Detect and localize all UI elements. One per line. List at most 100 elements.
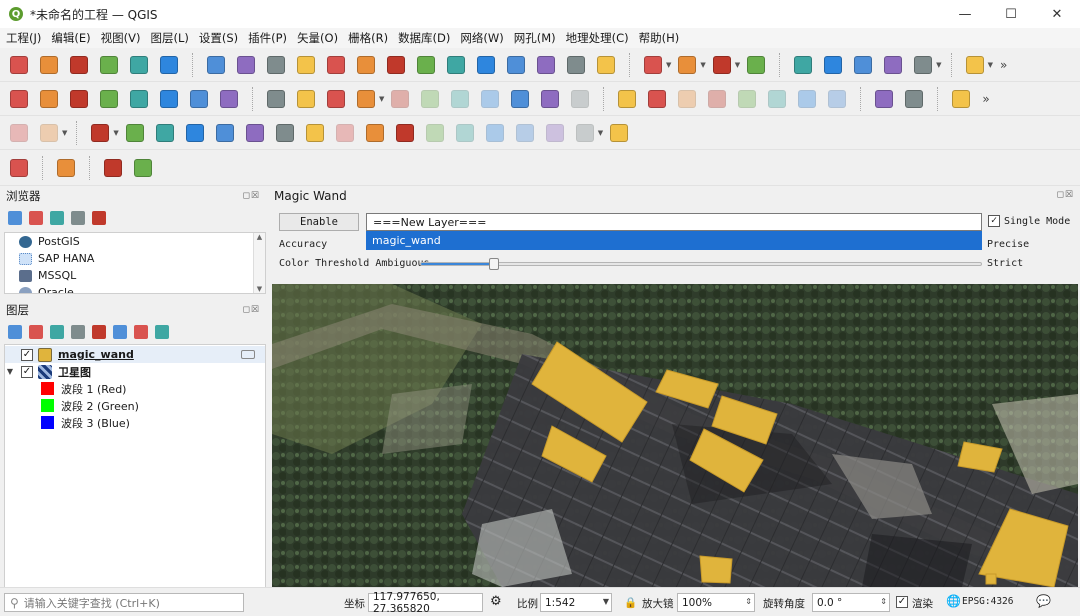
editing-indicator-icon[interactable]	[241, 350, 255, 359]
rotate-feature-button[interactable]	[572, 120, 598, 146]
menu-processing[interactable]: 地理处理(C)	[566, 30, 629, 46]
toolbar-overflow-icon[interactable]: »	[982, 92, 989, 106]
threshold-slider-handle[interactable]	[489, 258, 500, 270]
save-as-button[interactable]	[96, 52, 122, 78]
magnifier-spinbox[interactable]: 100% ⇕	[677, 593, 755, 612]
measure-button[interactable]	[962, 52, 988, 78]
dropdown-arrow-icon[interactable]: ▼	[988, 61, 993, 69]
menu-project[interactable]: 工程(J)	[6, 30, 41, 46]
coordinate-field[interactable]: 117.977650, 27.365820	[368, 591, 483, 615]
map-canvas[interactable]	[272, 284, 1078, 587]
rotation-spinbox[interactable]: 0.0 ° ⇕	[812, 593, 890, 612]
locator-search-input[interactable]: ⚲ 请输入关键字查找 (Ctrl+K)	[4, 593, 244, 612]
processing-toolbox-button[interactable]	[850, 52, 876, 78]
menu-plugins[interactable]: 插件(P)	[248, 30, 287, 46]
filter-icon[interactable]	[50, 211, 64, 225]
browser-item-sap-hana[interactable]: SAP HANA	[5, 250, 265, 267]
layer-dropdown-option[interactable]: magic_wand	[366, 231, 982, 250]
pan-button[interactable]	[203, 52, 229, 78]
enable-button[interactable]: Enable	[279, 213, 359, 231]
cut-features-button[interactable]	[447, 86, 473, 112]
simplify-button[interactable]	[482, 120, 508, 146]
toolbar-separator[interactable]	[76, 120, 84, 145]
browser-item-oracle[interactable]: Oracle	[5, 284, 265, 293]
coordinate-toggle-icon[interactable]: ⚙	[490, 594, 502, 609]
zoom-native-button[interactable]	[413, 52, 439, 78]
label-tool-button[interactable]	[614, 86, 640, 112]
toolbar-separator[interactable]	[252, 86, 260, 111]
new-spatialite-layer-button[interactable]	[126, 86, 152, 112]
zoom-last-button[interactable]	[443, 52, 469, 78]
save-edits-button[interactable]	[293, 86, 319, 112]
compass-button[interactable]	[53, 155, 79, 181]
save-project-button[interactable]	[66, 52, 92, 78]
new-virtual-layer-button[interactable]	[156, 86, 182, 112]
add-part-button[interactable]	[122, 120, 148, 146]
zoom-raster-button[interactable]	[100, 155, 126, 181]
current-edits-button[interactable]	[216, 86, 242, 112]
toolbar-separator[interactable]	[603, 86, 611, 111]
move-feature-button[interactable]	[542, 120, 568, 146]
identify-button[interactable]	[790, 52, 816, 78]
style-manager-button[interactable]	[156, 52, 182, 78]
lock-icon[interactable]: 🔒	[624, 596, 637, 609]
maximize-button[interactable]: ☐	[988, 0, 1034, 28]
collapse-arrow-icon[interactable]: ▼	[5, 367, 15, 376]
expression-filter-icon[interactable]	[92, 325, 106, 339]
threshold-slider[interactable]	[420, 258, 982, 270]
toolbar-separator[interactable]	[89, 155, 97, 180]
menu-settings[interactable]: 设置(S)	[199, 30, 238, 46]
show-bookmarks-button[interactable]	[533, 52, 559, 78]
refresh-button[interactable]	[593, 52, 619, 78]
dropdown-arrow-icon[interactable]: ▼	[379, 95, 384, 103]
crs-button[interactable]: EPSG:4326	[962, 596, 1013, 607]
info-icon[interactable]	[92, 211, 106, 225]
select-location-button[interactable]	[743, 52, 769, 78]
toolbar-separator[interactable]	[950, 52, 959, 77]
offset-curve-button[interactable]	[272, 120, 298, 146]
redo-button[interactable]	[567, 86, 593, 112]
refresh-icon[interactable]	[29, 211, 43, 225]
visibility-icon[interactable]	[50, 325, 64, 339]
pin-labels-button[interactable]	[674, 86, 700, 112]
python-console-button[interactable]	[871, 86, 897, 112]
messages-icon[interactable]: 💬	[1036, 594, 1051, 608]
toggle-editing-button[interactable]	[263, 86, 289, 112]
new-bookmark-button[interactable]	[503, 52, 529, 78]
add-selected-icon[interactable]	[8, 211, 22, 225]
delete-ring-button[interactable]	[182, 120, 208, 146]
add-ring-button[interactable]	[87, 120, 113, 146]
trim-extend-button[interactable]	[512, 120, 538, 146]
show-hide-labels-button[interactable]	[734, 86, 760, 112]
style-layer-icon[interactable]	[8, 325, 22, 339]
diagram-tool-button[interactable]	[644, 86, 670, 112]
digitize-button[interactable]	[96, 86, 122, 112]
zoom-to-layer-button[interactable]	[383, 52, 409, 78]
reverse-line-button[interactable]	[302, 120, 328, 146]
delete-selected-button[interactable]	[417, 86, 443, 112]
dropdown-arrow-icon[interactable]: ▼	[113, 129, 118, 137]
single-mode-toggle[interactable]: ✓ Single Mode	[988, 215, 1070, 227]
filter-legend-icon[interactable]	[71, 325, 85, 339]
render-checkbox[interactable]: ✓	[896, 596, 908, 608]
dropdown-arrow-icon[interactable]: ▼	[936, 61, 941, 69]
menu-raster[interactable]: 栅格(R)	[348, 30, 388, 46]
toolbar-separator[interactable]	[779, 52, 787, 77]
browser-scrollbar[interactable]: ▲ ▼	[253, 233, 265, 293]
select-by-value-button[interactable]	[674, 52, 700, 78]
add-group-icon[interactable]	[29, 325, 43, 339]
toolbar-separator[interactable]	[192, 52, 200, 77]
dropdown-arrow-icon[interactable]: ▼	[598, 129, 603, 137]
menu-vector[interactable]: 矢量(O)	[297, 30, 338, 46]
dropdown-arrow-icon[interactable]: ▼	[666, 61, 671, 69]
merge-attributes-button[interactable]	[422, 120, 448, 146]
split-features-button[interactable]	[332, 120, 358, 146]
data-source-manager-button[interactable]	[6, 86, 32, 112]
browser-item-postgis[interactable]: PostGIS	[5, 233, 265, 250]
layer-row-magic-wand[interactable]: ✓ magic_wand	[5, 346, 265, 363]
add-polygon-button[interactable]	[323, 86, 349, 112]
select-features-button[interactable]	[640, 52, 666, 78]
polygon-feature[interactable]	[699, 555, 733, 584]
digitize-segment-button[interactable]	[6, 120, 32, 146]
digitize-curve-button[interactable]	[36, 120, 62, 146]
